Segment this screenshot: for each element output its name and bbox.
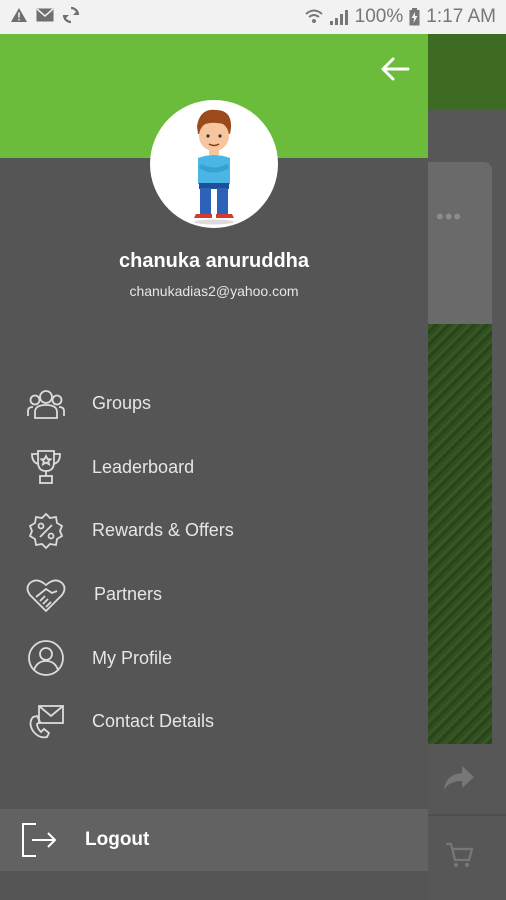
menu-item-rewards-offers[interactable]: Rewards & Offers xyxy=(0,499,428,563)
background-post-image xyxy=(428,324,492,744)
discount-badge-icon xyxy=(26,511,66,551)
logout-button[interactable]: Logout xyxy=(0,809,428,871)
menu-label-rewards-offers: Rewards & Offers xyxy=(92,520,234,541)
trophy-icon xyxy=(26,447,66,487)
user-name: chanuka anuruddha xyxy=(118,250,310,272)
menu-item-groups[interactable]: Groups xyxy=(0,372,428,436)
groups-icon xyxy=(26,384,66,424)
menu-label-contact-details: Contact Details xyxy=(92,711,215,732)
background-app: ••• xyxy=(428,34,506,900)
contact-mail-icon xyxy=(26,702,66,742)
more-dots-icon: ••• xyxy=(436,204,463,229)
battery-charging-icon xyxy=(409,8,420,26)
wifi-icon xyxy=(305,8,323,26)
background-divider xyxy=(428,814,506,816)
drawer-menu: Groups Leaderboard Rewards & Offers Part… xyxy=(0,372,428,754)
background-post-card xyxy=(428,162,492,332)
menu-item-partners[interactable]: Partners xyxy=(0,563,428,627)
avatar[interactable] xyxy=(150,100,278,228)
status-bar: 100% 1:17 AM xyxy=(0,0,506,34)
background-app-header xyxy=(428,34,506,110)
menu-label-groups: Groups xyxy=(92,393,152,414)
signal-icon xyxy=(329,8,349,26)
logout-icon xyxy=(20,821,58,864)
share-icon xyxy=(442,764,476,797)
battery-percent: 100% xyxy=(354,6,404,27)
menu-item-my-profile[interactable]: My Profile xyxy=(0,626,428,690)
menu-label-my-profile: My Profile xyxy=(92,647,173,668)
user-email: chanukadias2@yahoo.com xyxy=(129,283,299,299)
user-circle-icon xyxy=(26,638,66,678)
handshake-heart-icon xyxy=(26,575,66,615)
clock: 1:17 AM xyxy=(426,6,496,27)
navigation-drawer: chanuka anuruddha chanukadias2@yahoo.com… xyxy=(0,34,428,900)
menu-label-leaderboard: Leaderboard xyxy=(92,456,195,477)
warning-icon xyxy=(10,7,28,28)
cart-icon xyxy=(444,840,474,875)
menu-label-partners: Partners xyxy=(94,584,163,605)
menu-item-contact-details[interactable]: Contact Details xyxy=(0,690,428,754)
arrow-left-icon[interactable] xyxy=(380,56,410,82)
mail-icon xyxy=(36,7,54,27)
sync-icon xyxy=(62,6,80,29)
logout-label: Logout xyxy=(85,829,150,850)
menu-item-leaderboard[interactable]: Leaderboard xyxy=(0,436,428,500)
boy-cartoon-avatar-icon xyxy=(194,109,234,225)
